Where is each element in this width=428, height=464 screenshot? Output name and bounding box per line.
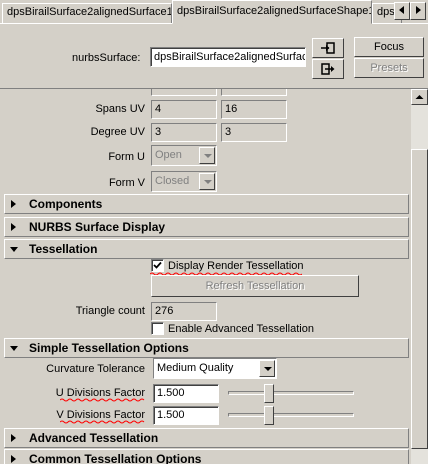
degree-u-field: 3 [151, 123, 217, 142]
tab-scroll-right-button[interactable] [410, 2, 426, 20]
expand-icon [11, 434, 16, 442]
expand-icon [11, 200, 16, 208]
enable-advanced-tessellation-label: Enable Advanced Tessellation [168, 323, 314, 335]
section-components[interactable]: Components [4, 194, 409, 214]
form-u-label: Form U [108, 151, 145, 163]
output-connection-button[interactable] [312, 59, 344, 79]
u-divisions-factor-slider[interactable] [228, 384, 354, 404]
triangle-count-field: 276 [151, 302, 217, 321]
section-common-tessellation[interactable]: Common Tessellation Options [4, 449, 409, 464]
slider-track [228, 391, 354, 395]
curvature-tolerance-value: Medium Quality [157, 362, 234, 374]
curvature-tolerance-label: Curvature Tolerance [46, 363, 145, 375]
enable-advanced-tessellation-checkbox[interactable] [151, 322, 164, 335]
section-nurbs-display[interactable]: NURBS Surface Display [4, 217, 409, 237]
chevron-left-icon [399, 6, 404, 14]
form-v-dropdown[interactable]: Closed [151, 171, 217, 192]
tab-transform[interactable]: dpsBirailSurface2alignedSurface1 [2, 3, 172, 23]
v-divisions-factor-slider[interactable] [228, 406, 354, 426]
arrow-up-icon [415, 95, 424, 99]
partial-field-1 [151, 89, 217, 96]
node-type-label: nurbsSurface: [72, 52, 141, 64]
collapse-icon [10, 346, 18, 351]
section-advanced-tessellation[interactable]: Advanced Tessellation [4, 428, 409, 448]
display-render-tessellation-label: Display Render Tessellation [168, 260, 304, 272]
tab-scroll-left-button[interactable] [394, 2, 410, 20]
spans-uv-label: Spans UV [95, 103, 145, 115]
partial-field-2 [221, 89, 287, 96]
node-name-field[interactable]: dpsBirailSurface2alignedSurface1 [150, 47, 306, 67]
slider-thumb[interactable] [264, 406, 274, 425]
section-tessellation[interactable]: Tessellation [4, 239, 409, 259]
red-underline-annotation [60, 398, 145, 402]
expand-icon [11, 223, 16, 231]
v-divisions-factor-input[interactable]: 1.500 [153, 406, 219, 425]
degree-uv-label: Degree UV [90, 126, 145, 138]
degree-v-field: 3 [221, 123, 287, 142]
slider-track [228, 413, 354, 417]
section-title: Advanced Tessellation [29, 431, 159, 445]
chevron-down-icon [259, 360, 275, 377]
curvature-tolerance-dropdown[interactable]: Medium Quality [153, 358, 277, 379]
section-title: Simple Tessellation Options [29, 341, 189, 355]
collapse-icon [10, 247, 18, 252]
spans-v-field: 16 [221, 100, 287, 119]
section-title: Common Tessellation Options [29, 452, 202, 464]
red-underline-annotation [60, 420, 145, 424]
vertical-scrollbar[interactable] [411, 89, 428, 464]
checkmark-icon [153, 261, 162, 269]
chevron-down-icon [199, 173, 215, 190]
section-title: Tessellation [29, 242, 98, 256]
chevron-down-icon [199, 147, 215, 164]
scroll-up-button[interactable] [411, 89, 428, 105]
node-header: nurbsSurface: dpsBirailSurface2alignedSu… [0, 24, 428, 88]
input-connection-icon [321, 42, 335, 54]
input-connection-button[interactable] [312, 38, 344, 58]
scrollbar-thumb[interactable] [411, 149, 428, 449]
slider-thumb[interactable] [264, 384, 274, 403]
expand-icon [11, 455, 16, 463]
output-connection-icon [321, 63, 335, 75]
section-title: Components [29, 197, 103, 211]
u-divisions-factor-input[interactable]: 1.500 [153, 384, 219, 403]
form-v-value: Closed [155, 175, 190, 187]
chevron-right-icon [416, 6, 421, 14]
triangle-count-label: Triangle count [75, 305, 145, 317]
form-v-label: Form V [108, 177, 145, 189]
spans-u-field: 4 [151, 100, 217, 119]
section-simple-tessellation[interactable]: Simple Tessellation Options [4, 338, 409, 358]
refresh-tessellation-button[interactable]: Refresh Tessellation [151, 275, 359, 297]
section-title: NURBS Surface Display [29, 220, 166, 234]
attribute-panel: Spans UV 4 16 Degree UV 3 3 Form U Open … [0, 88, 428, 464]
form-u-dropdown[interactable]: Open [151, 145, 217, 166]
focus-button[interactable]: Focus [354, 37, 424, 57]
presets-button[interactable]: Presets [354, 58, 424, 78]
form-u-value: Open [155, 149, 182, 161]
display-render-tessellation-checkbox[interactable] [151, 259, 164, 272]
tab-bar: dpsBirailSurface2alignedSurface1 dpsBira… [0, 0, 428, 24]
tab-shape[interactable]: dpsBirailSurface2alignedSurfaceShape1 [172, 0, 372, 24]
